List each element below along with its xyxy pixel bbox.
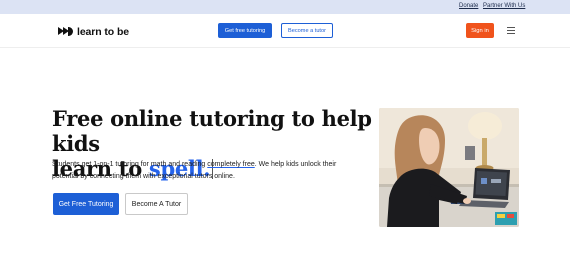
student-at-laptop-illustration xyxy=(379,108,519,227)
logo-text: learn to be xyxy=(77,25,129,38)
hero-title-line1: Free online tutoring to help kids xyxy=(52,106,372,156)
become-a-tutor-nav-button[interactable]: Become a tutor xyxy=(281,23,333,38)
get-free-tutoring-button[interactable]: Get Free Tutoring xyxy=(53,193,119,215)
donate-link[interactable]: Donate xyxy=(459,3,478,9)
logo[interactable]: learn to be xyxy=(58,25,129,38)
sign-in-button[interactable]: Sign in xyxy=(466,23,494,38)
become-a-tutor-button[interactable]: Become A Tutor xyxy=(125,193,188,215)
hero-desc-underlined: completely free xyxy=(207,161,255,168)
hero-photo xyxy=(379,108,519,227)
get-free-tutoring-nav-button[interactable]: Get free tutoring xyxy=(218,23,272,38)
hero-desc-part1: Students get 1-on-1 tutoring for math an… xyxy=(52,161,208,168)
play-dot-logo-icon xyxy=(58,27,73,36)
main-navigation: learn to be Get free tutoring Become a t… xyxy=(0,14,570,48)
top-utility-bar: Donate Partner With Us xyxy=(0,0,570,14)
hamburger-menu-icon[interactable] xyxy=(507,27,515,34)
partner-with-us-link[interactable]: Partner With Us xyxy=(483,3,525,9)
hero-description: Students get 1-on-1 tutoring for math an… xyxy=(52,159,352,182)
